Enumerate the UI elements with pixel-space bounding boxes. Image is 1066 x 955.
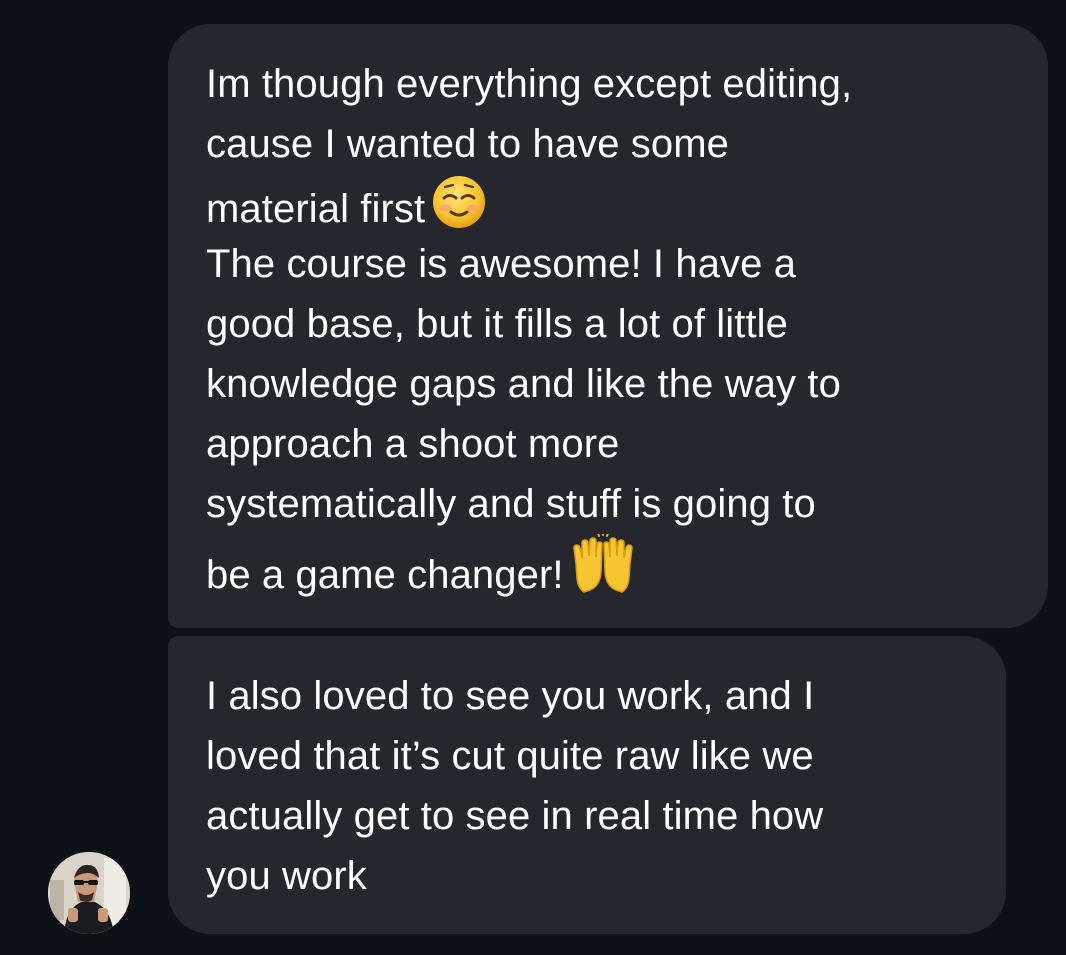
message-line: loved that it’s cut quite raw like we [206, 734, 814, 778]
avatar[interactable] [48, 852, 130, 934]
avatar-photo [48, 852, 130, 934]
raising-hands-icon [570, 531, 636, 613]
message-text: be a game changer! [206, 553, 564, 597]
message-line: cause I wanted to have some [206, 122, 730, 166]
message-bubble[interactable]: Im though everything except editing, cau… [168, 24, 1048, 628]
message-line: approach a shoot more [206, 422, 620, 466]
message-line: be a game changer! [206, 531, 1018, 597]
message-line: systematically and stuff is going to [206, 482, 816, 526]
chat-screen: Im though everything except editing, cau… [0, 0, 1066, 955]
message-line: I also loved to see you work, and I [206, 674, 815, 718]
message-line: knowledge gaps and like the way to [206, 362, 841, 406]
message-line: good base, but it fills a lot of little [206, 302, 789, 346]
message-line: actually get to see in real time how [206, 794, 824, 838]
message-text: material first [206, 187, 426, 231]
message-bubble[interactable]: I also loved to see you work, and I love… [168, 636, 1006, 934]
message-line: The course is awesome! I have a [206, 242, 797, 286]
message-line: Im though everything except editing, [206, 62, 853, 106]
message-line: material first [206, 174, 1018, 234]
message-line: you work [206, 854, 367, 898]
